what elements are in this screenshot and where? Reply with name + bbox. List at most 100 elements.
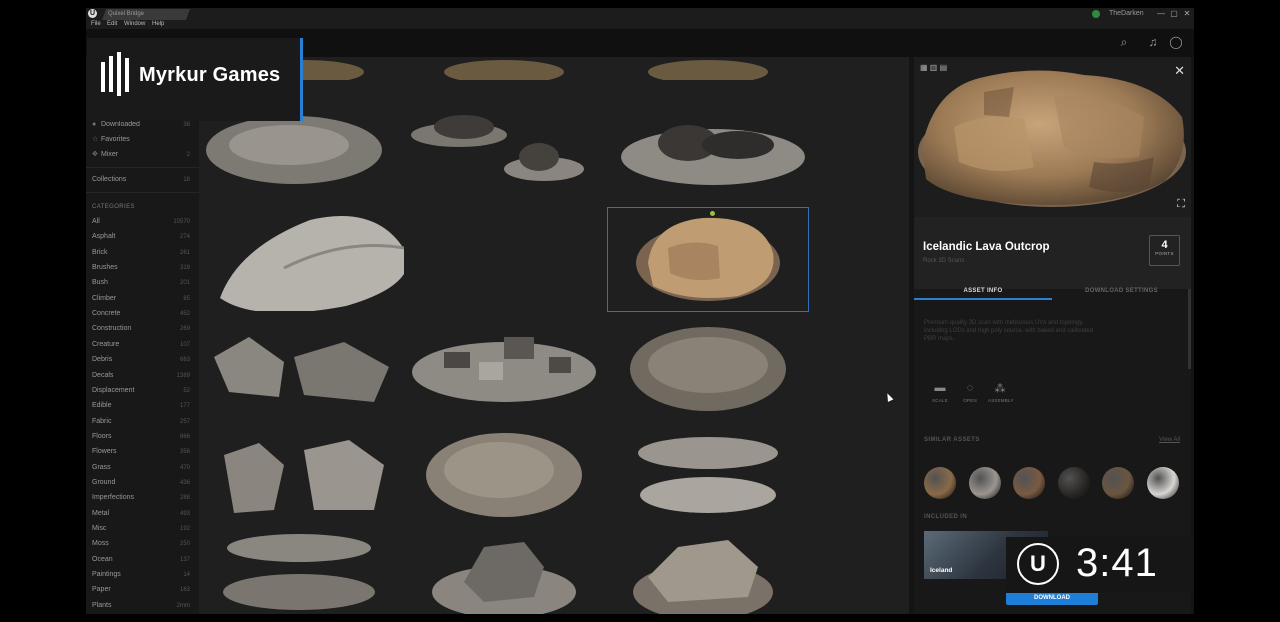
sidebar-item-category[interactable]: Flowers 356 — [92, 446, 190, 458]
search-icon[interactable]: ⌕ — [1117, 35, 1131, 49]
close-icon[interactable]: ✕ — [1174, 63, 1185, 79]
sidebar-item-label: Decals — [92, 371, 114, 379]
asset-tile[interactable] — [404, 317, 604, 420]
sidebar-item-category[interactable]: Grass 470 — [92, 462, 190, 474]
included-in-heading: INCLUDED IN — [924, 514, 968, 520]
asset-tile[interactable] — [404, 425, 604, 528]
minimize-button[interactable]: — — [1156, 8, 1166, 19]
sidebar-item-category[interactable]: Ground 436 — [92, 477, 190, 489]
sidebar-item-count: 52 — [183, 387, 190, 394]
sidebar-item-category[interactable]: Creature 107 — [92, 339, 190, 351]
asset-tile[interactable] — [608, 317, 808, 420]
similar-asset-thumbnail[interactable] — [968, 467, 1001, 499]
similar-asset-thumbnail[interactable] — [924, 467, 956, 499]
sidebar-item-favorites[interactable]: ☆ Favorites — [92, 134, 190, 146]
timer-text: 3:41 — [1076, 541, 1158, 585]
download-button[interactable]: DOWNLOAD — [1006, 591, 1098, 605]
panel-scrollbar[interactable] — [1188, 289, 1191, 369]
similar-asset-thumbnail[interactable] — [1102, 467, 1135, 499]
asset-tile[interactable] — [608, 105, 808, 208]
asset-tile[interactable] — [404, 522, 604, 614]
feature-open: ◌ OPEN — [958, 382, 982, 403]
sidebar-item-label: Imperfections — [92, 494, 135, 502]
menu-help[interactable]: Help — [152, 20, 164, 29]
similar-asset-thumbnail[interactable] — [1147, 467, 1179, 499]
sidebar-item-label: Debris — [92, 356, 113, 364]
sidebar-item-count: 192 — [179, 526, 190, 532]
sidebar-item-category[interactable]: Paper 163 — [92, 584, 190, 596]
asset-tile[interactable] — [608, 522, 808, 614]
sidebar-item-category[interactable]: Asphalt 274 — [92, 231, 190, 243]
sidebar-item-label: Flowers — [92, 448, 117, 456]
sidebar-item-category[interactable]: Floors 866 — [92, 431, 190, 443]
asset-tile-selected[interactable] — [607, 207, 809, 312]
asset-tile[interactable] — [404, 8, 604, 80]
asset-detail-panel: ▦ ▥ ▤ ✕ ⛶ Icelandic Lava Outcrop Rock 3D… — [914, 57, 1191, 614]
timer-overlay: U 3:41 — [1006, 537, 1193, 593]
sidebar-item-collections[interactable]: Collections 18 — [92, 174, 190, 186]
maximize-button[interactable]: ▢ — [1169, 8, 1179, 19]
asset-tile[interactable] — [204, 208, 404, 311]
sidebar-item-category[interactable]: Brick 261 — [92, 247, 190, 259]
sidebar-item-count: 493 — [179, 510, 190, 517]
sidebar-item-category[interactable]: Fabric 257 — [92, 416, 190, 428]
sidebar-item-category[interactable]: Displacement 52 — [92, 385, 190, 397]
asset-tile[interactable] — [204, 522, 404, 614]
close-window-button[interactable]: ✕ — [1182, 8, 1192, 19]
sidebar-item-category[interactable]: All 10570 — [92, 216, 190, 228]
sidebar-item-category[interactable]: Brushes 319 — [92, 262, 190, 274]
sidebar-item-count: 274 — [179, 234, 190, 241]
sidebar-item-category[interactable]: Construction 269 — [92, 323, 190, 335]
tab-asset-info[interactable]: ASSET INFO — [914, 282, 1052, 300]
sidebar-item-category[interactable]: Decals 1389 — [92, 370, 190, 382]
asset-category-link[interactable]: Rock 3D Scans — [923, 258, 964, 264]
sidebar-item-category[interactable]: Ocean 137 — [92, 554, 190, 566]
asset-tile[interactable] — [404, 105, 604, 208]
sidebar-item-label: Fabric — [92, 417, 112, 425]
fullscreen-icon[interactable]: ⛶ — [1177, 198, 1185, 211]
panel-tabs: ASSET INFO DOWNLOAD SETTINGS — [914, 282, 1191, 300]
similar-asset-thumbnail[interactable] — [1013, 467, 1046, 499]
asset-tile[interactable] — [608, 425, 808, 528]
sidebar-item-category[interactable]: Debris 663 — [92, 354, 190, 366]
sidebar-item-category[interactable]: Metal 493 — [92, 508, 190, 520]
sidebar-item-category[interactable]: Bush 201 — [92, 277, 190, 289]
view-mode-icons[interactable]: ▦ ▥ ▤ — [920, 63, 947, 72]
sidebar-item-category[interactable]: Concrete 452 — [92, 308, 190, 320]
sidebar-item-label: Edible — [92, 402, 112, 410]
sidebar-item-category[interactable]: Imperfections 288 — [92, 492, 190, 504]
asset-tile[interactable] — [204, 317, 404, 420]
user-name[interactable]: TheDarken — [1109, 10, 1144, 17]
points-label: POINTS — [1155, 251, 1174, 256]
sidebar-item-label: Ground — [92, 478, 116, 486]
menu-file[interactable]: File — [91, 20, 101, 29]
asset-tile[interactable] — [204, 425, 404, 528]
menu-edit[interactable]: Edit — [107, 20, 117, 29]
asset-thumbnail — [636, 217, 780, 301]
user-icon[interactable]: ◯ — [1169, 35, 1183, 49]
document-tab[interactable]: Quixel Bridge — [102, 9, 190, 20]
sidebar-item-mixer[interactable]: ✥ Mixer 2 — [92, 149, 190, 161]
user-status-icon — [1092, 10, 1100, 18]
asset-preview[interactable]: ▦ ▥ ▤ ✕ ⛶ — [914, 57, 1191, 217]
similar-asset-thumbnail[interactable] — [1057, 467, 1090, 499]
sidebar-item-category[interactable]: Plants 2mm — [92, 600, 190, 612]
tab-download-settings[interactable]: DOWNLOAD SETTINGS — [1052, 282, 1191, 300]
sidebar-item-label: Creature — [92, 340, 120, 348]
bell-icon[interactable]: ♫ — [1146, 35, 1160, 49]
sidebar-item-category[interactable]: Moss 250 — [92, 538, 190, 550]
sidebar-item-label: Paper — [92, 586, 111, 594]
asset-tile[interactable] — [608, 8, 808, 80]
menu-window[interactable]: Window — [124, 20, 145, 29]
sidebar-item-category[interactable]: Climber 85 — [92, 293, 190, 305]
sidebar-item-count: 1389 — [176, 372, 190, 379]
sidebar-item-category[interactable]: Misc 192 — [92, 523, 190, 535]
sidebar-item-count: 470 — [179, 464, 190, 471]
sidebar-item-category[interactable]: Edible 177 — [92, 400, 190, 412]
view-all-link[interactable]: View All — [1159, 437, 1180, 443]
sidebar-item-category[interactable]: Paintings 14 — [92, 569, 190, 581]
asset-grid — [199, 57, 909, 614]
feature-label: SCALE — [932, 398, 948, 403]
asset-thumbnail — [432, 542, 576, 614]
sidebar-item-count: 107 — [179, 341, 190, 348]
